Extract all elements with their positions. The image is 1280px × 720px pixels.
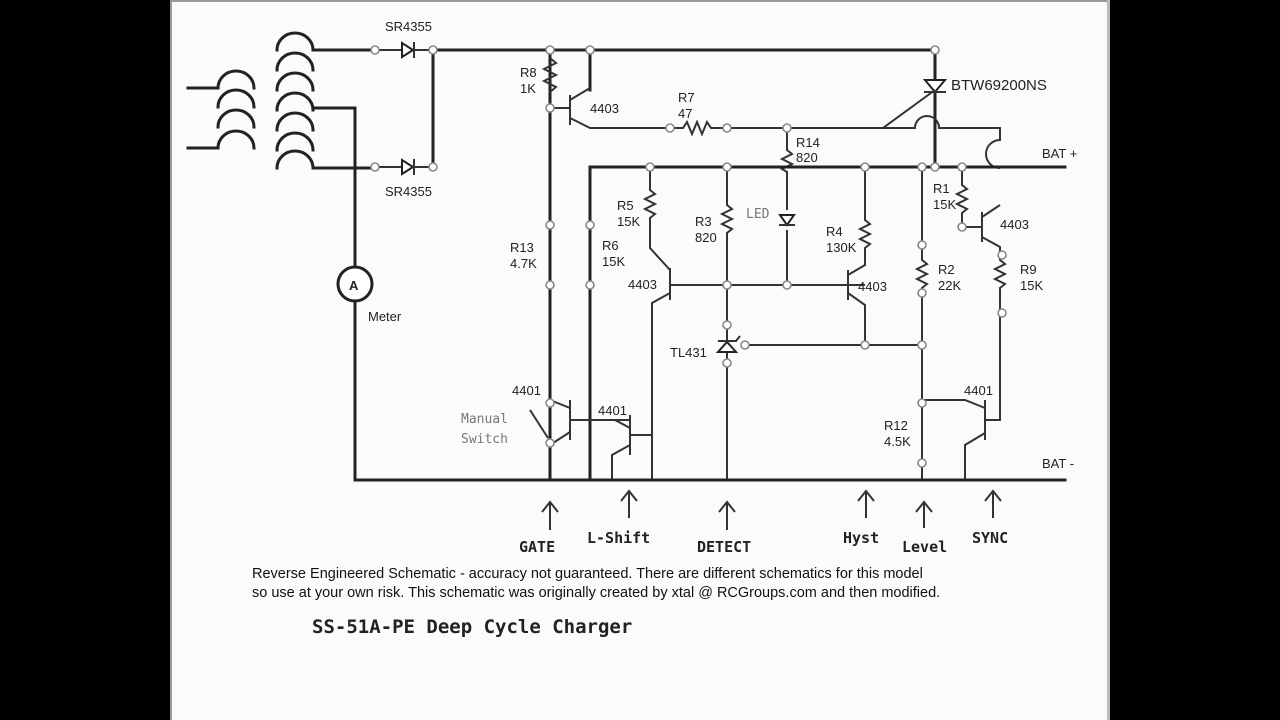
bat-plus-label: BAT + — [1042, 146, 1077, 161]
r3-value: 820 — [695, 230, 717, 245]
schematic-title: SS-51A-PE Deep Cycle Charger — [312, 616, 633, 638]
r4-label: R4 — [826, 224, 843, 239]
test-point-detect: DETECT — [697, 538, 751, 556]
q-r1-label: 4403 — [1000, 217, 1029, 232]
r7-value: 47 — [678, 106, 692, 121]
q-mid-left-label: 4403 — [628, 277, 657, 292]
manual-switch-label-2: Switch — [461, 432, 508, 447]
transformer — [186, 31, 377, 482]
r13-label: R13 — [510, 240, 534, 255]
r5-label: R5 — [617, 198, 634, 213]
disclaimer-line-1: Reverse Engineered Schematic - accuracy … — [252, 566, 923, 582]
q-lshift-label: 4401 — [598, 403, 627, 418]
test-point-l-shift: L-Shift — [587, 529, 650, 547]
diode-bottom — [375, 158, 433, 176]
meter-symbol: A — [349, 278, 359, 293]
r14-value: 820 — [796, 150, 818, 165]
schematic-diagram: SR4355 SR4355 BTW69200NS R8 1K 4403 R7 4… — [186, 19, 1077, 556]
r7-label: R7 — [678, 90, 695, 105]
diode-top-label: SR4355 — [385, 19, 432, 34]
diode-top — [375, 41, 433, 59]
q-mid-right-label: 4403 — [858, 279, 887, 294]
r14-label: R14 — [796, 135, 820, 150]
r9-label: R9 — [1020, 262, 1037, 277]
meter-label: Meter — [368, 309, 402, 324]
r1-label: R1 — [933, 181, 950, 196]
test-point-arrows — [541, 489, 1002, 530]
r12-label: R12 — [884, 418, 908, 433]
test-point-level: Level — [902, 538, 947, 556]
tl431-label: TL431 — [670, 345, 707, 360]
manual-switch-label-1: Manual — [461, 412, 508, 427]
test-point-gate: GATE — [519, 538, 555, 556]
bat-minus-label: BAT - — [1042, 456, 1074, 471]
r1-value: 15K — [933, 197, 956, 212]
r3-label: R3 — [695, 214, 712, 229]
r13-value: 4.7K — [510, 256, 537, 271]
r4-value: 130K — [826, 240, 857, 255]
r9-value: 15K — [1020, 278, 1043, 293]
q-gate-label: 4401 — [512, 383, 541, 398]
r2-value: 22K — [938, 278, 961, 293]
r8-value: 1K — [520, 81, 536, 96]
r5-value: 15K — [617, 214, 640, 229]
q-top-label: 4403 — [590, 101, 619, 116]
scr-label: BTW69200NS — [951, 77, 1047, 94]
r12-value: 4.5K — [884, 434, 911, 449]
led-label: LED — [746, 207, 770, 222]
r8-label: R8 — [520, 65, 537, 80]
disclaimer-line-2: so use at your own risk. This schematic … — [252, 585, 941, 601]
r2-label: R2 — [938, 262, 955, 277]
test-point-hyst: Hyst — [843, 529, 879, 547]
diode-bottom-label: SR4355 — [385, 184, 432, 199]
r6-value: 15K — [602, 254, 625, 269]
r6-label: R6 — [602, 238, 619, 253]
q-sync-label: 4401 — [964, 383, 993, 398]
test-point-sync: SYNC — [972, 529, 1008, 547]
